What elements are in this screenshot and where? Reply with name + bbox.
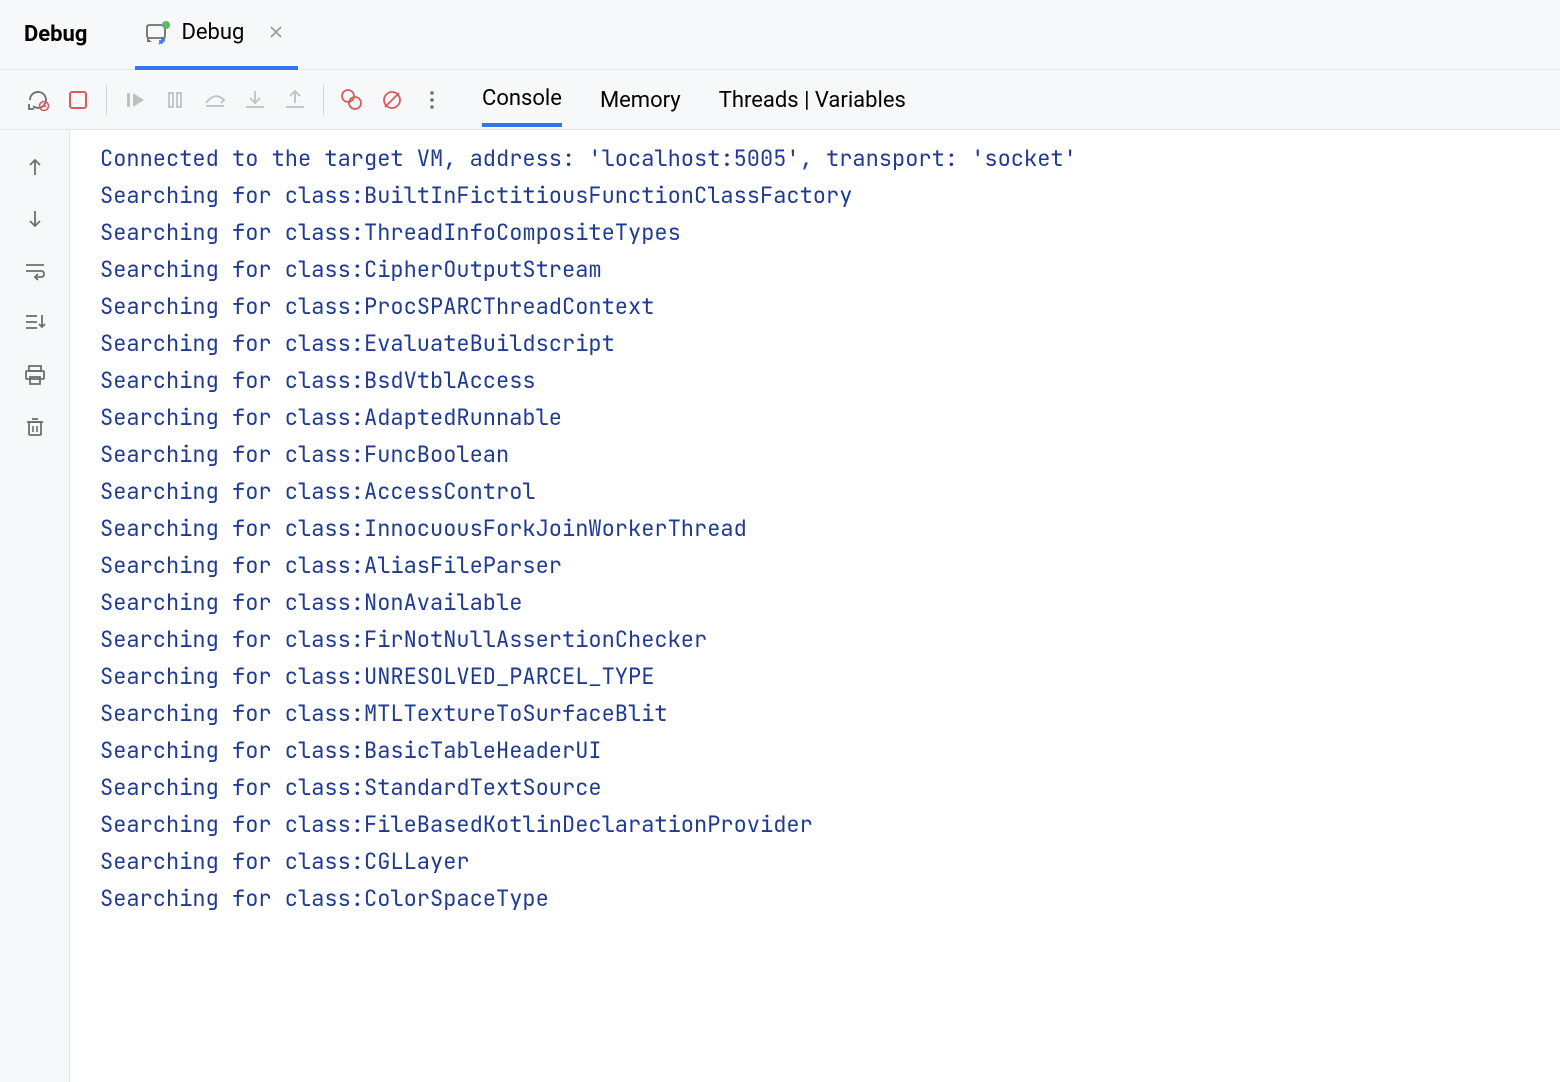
run-config-tab-label: Debug: [181, 20, 244, 45]
console-tab[interactable]: Console: [482, 72, 562, 127]
console-line: Searching for class:NonAvailable: [100, 584, 1544, 621]
toolbar-separator: [323, 85, 324, 115]
debug-body: Connected to the target VM, address: 'lo…: [0, 130, 1560, 1082]
previous-occurrence-button[interactable]: [14, 146, 56, 188]
console-line: Searching for class:ColorSpaceType: [100, 880, 1544, 917]
step-out-button[interactable]: [275, 80, 315, 120]
memory-tab[interactable]: Memory: [600, 74, 681, 125]
console-line: Searching for class:ThreadInfoCompositeT…: [100, 214, 1544, 251]
console-line: Searching for class:StandardTextSource: [100, 769, 1544, 806]
step-into-button[interactable]: [235, 80, 275, 120]
mute-breakpoints-button[interactable]: [372, 80, 412, 120]
close-tab-button[interactable]: [268, 23, 284, 43]
console-line: Searching for class:CGLLayer: [100, 843, 1544, 880]
console-line: Searching for class:CipherOutputStream: [100, 251, 1544, 288]
run-config-tab[interactable]: Debug: [135, 0, 298, 70]
console-line: Searching for class:InnocuousForkJoinWor…: [100, 510, 1544, 547]
console-output[interactable]: Connected to the target VM, address: 'lo…: [70, 130, 1560, 1082]
tool-window-header: Debug Debug: [0, 0, 1560, 70]
console-line: Searching for class:AccessControl: [100, 473, 1544, 510]
print-button[interactable]: [14, 354, 56, 396]
console-line: Searching for class:AliasFileParser: [100, 547, 1544, 584]
console-line: Searching for class:MTLTextureToSurfaceB…: [100, 695, 1544, 732]
stop-button[interactable]: [58, 80, 98, 120]
console-line: Searching for class:FirNotNullAssertionC…: [100, 621, 1544, 658]
console-line: Searching for class:BsdVtblAccess: [100, 362, 1544, 399]
console-line: Searching for class:BasicTableHeaderUI: [100, 732, 1544, 769]
tool-window-title: Debug: [24, 22, 87, 47]
debug-toolbar: Console Memory Threads | Variables: [0, 70, 1560, 130]
console-line: Searching for class:FuncBoolean: [100, 436, 1544, 473]
console-line: Searching for class:UNRESOLVED_PARCEL_TY…: [100, 658, 1544, 695]
threads-variables-tab[interactable]: Threads | Variables: [719, 74, 906, 125]
step-over-button[interactable]: [195, 80, 235, 120]
console-line: Connected to the target VM, address: 'lo…: [100, 140, 1544, 177]
scroll-to-end-button[interactable]: [14, 302, 56, 344]
clear-all-button[interactable]: [14, 406, 56, 448]
console-line: Searching for class:AdaptedRunnable: [100, 399, 1544, 436]
resume-button[interactable]: [115, 80, 155, 120]
more-actions-button[interactable]: [412, 80, 452, 120]
debug-config-icon: [145, 20, 171, 46]
next-occurrence-button[interactable]: [14, 198, 56, 240]
debug-view-tabs: Console Memory Threads | Variables: [482, 72, 906, 127]
soft-wrap-button[interactable]: [14, 250, 56, 292]
console-side-toolbar: [0, 130, 70, 1082]
toolbar-separator: [106, 85, 107, 115]
console-line: Searching for class:BuiltInFictitiousFun…: [100, 177, 1544, 214]
pause-button[interactable]: [155, 80, 195, 120]
console-line: Searching for class:EvaluateBuildscript: [100, 325, 1544, 362]
rerun-button[interactable]: [18, 80, 58, 120]
console-line: Searching for class:ProcSPARCThreadConte…: [100, 288, 1544, 325]
view-breakpoints-button[interactable]: [332, 80, 372, 120]
console-line: Searching for class:FileBasedKotlinDecla…: [100, 806, 1544, 843]
